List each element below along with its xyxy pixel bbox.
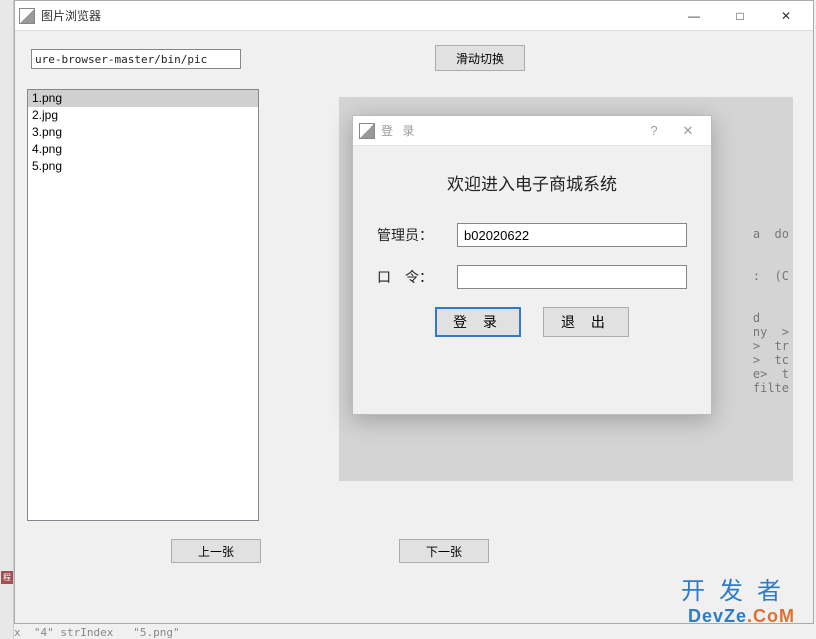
login-body: 欢迎进入电子商城系统 管理员： 口 令： 登 录 退 出 <box>353 146 711 337</box>
slide-switch-button[interactable]: 滑动切换 <box>435 45 525 71</box>
background-text-fragment: a do : (C d ny > > tr > tc e> t filte <box>753 227 789 395</box>
list-item[interactable]: 2.jpg <box>28 107 258 124</box>
editor-bottom-fragment: x "4" strIndex "5.png" <box>14 626 816 639</box>
window-title: 图片浏览器 <box>41 7 101 24</box>
password-row: 口 令： <box>377 265 687 289</box>
password-input[interactable] <box>457 265 687 289</box>
editor-gutter: 程 <box>0 0 14 639</box>
list-item[interactable]: 4.png <box>28 141 258 158</box>
close-button[interactable]: ✕ <box>763 1 809 31</box>
login-titlebar[interactable]: 登 录 ? ✕ <box>353 116 711 146</box>
path-input[interactable] <box>31 49 241 69</box>
password-label: 口 令： <box>377 267 457 287</box>
dialog-icon <box>359 123 375 139</box>
maximize-button[interactable]: □ <box>717 1 763 31</box>
welcome-text: 欢迎进入电子商城系统 <box>377 170 687 195</box>
help-button[interactable]: ? <box>637 116 671 146</box>
exit-button[interactable]: 退 出 <box>543 307 629 337</box>
login-button[interactable]: 登 录 <box>435 307 521 337</box>
prev-image-button[interactable]: 上一张 <box>171 539 261 563</box>
admin-row: 管理员： <box>377 223 687 247</box>
watermark-en: DevZe.CoM <box>681 606 795 627</box>
app-icon <box>19 8 35 24</box>
watermark: 开发者 DevZe.CoM <box>681 571 795 627</box>
login-dialog: 登 录 ? ✕ 欢迎进入电子商城系统 管理员： 口 令： 登 录 退 出 <box>352 115 712 415</box>
list-item[interactable]: 3.png <box>28 124 258 141</box>
list-item[interactable]: 5.png <box>28 158 258 175</box>
dialog-button-row: 登 录 退 出 <box>377 307 687 337</box>
gutter-marker: 程 <box>1 571 13 584</box>
titlebar[interactable]: 图片浏览器 — □ ✕ <box>15 1 813 31</box>
dialog-close-button[interactable]: ✕ <box>671 116 705 146</box>
admin-label: 管理员： <box>377 225 457 245</box>
admin-input[interactable] <box>457 223 687 247</box>
watermark-cn: 开发者 <box>681 571 795 606</box>
file-list[interactable]: 1.png 2.jpg 3.png 4.png 5.png <box>27 89 259 521</box>
list-item[interactable]: 1.png <box>28 90 258 107</box>
minimize-button[interactable]: — <box>671 1 717 31</box>
dialog-title: 登 录 <box>381 122 417 139</box>
next-image-button[interactable]: 下一张 <box>399 539 489 563</box>
